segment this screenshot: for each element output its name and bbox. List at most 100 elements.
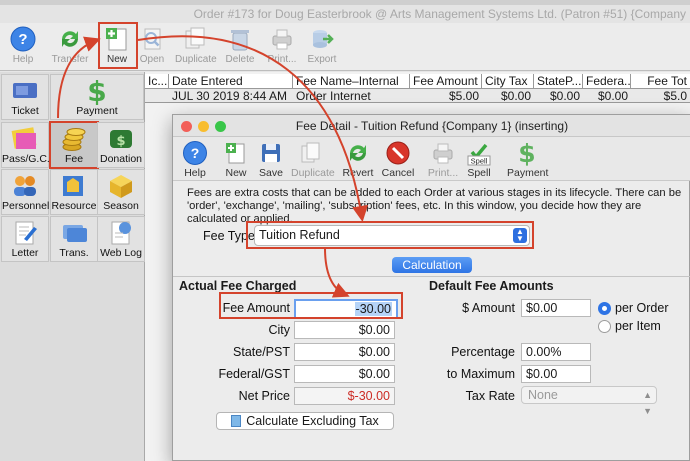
city-tax-field[interactable]: $0.00	[294, 321, 395, 339]
fee-amount-input[interactable]: -30.00	[294, 299, 398, 319]
to-maximum-field[interactable]: $0.00	[521, 365, 591, 383]
resource-icon	[63, 176, 83, 196]
table-cell: $5.0	[663, 89, 687, 103]
module-letter[interactable]: Letter	[1, 216, 49, 262]
net-price-field: $-30.00	[294, 387, 395, 405]
federal-tax-field[interactable]: $0.00	[294, 365, 395, 383]
money-bag-icon: $	[110, 130, 132, 149]
column-header[interactable]: StateP...	[534, 74, 583, 89]
zoom-window-button[interactable]	[215, 121, 226, 132]
order-help-button[interactable]: ? Help	[3, 25, 43, 69]
fee-type-select[interactable]: Tuition Refund ▲ ▼	[254, 225, 530, 246]
tax-rate-select[interactable]: None ▲ ▼	[521, 386, 657, 416]
order-open-button[interactable]: Open	[132, 25, 172, 69]
state-tax-field[interactable]: $0.00	[294, 343, 395, 361]
module-payment[interactable]: $ Payment	[50, 74, 144, 120]
table-row[interactable]: JUL 30 2019 8:44 AM Order Internet $5.00…	[145, 89, 690, 103]
help-icon: ?	[183, 141, 207, 165]
ticket-icon	[13, 83, 37, 98]
tax-rate-label: Tax Rate	[465, 389, 515, 403]
dialog-toolbar: ? Help New Save Duplicate Revert Cancel …	[173, 137, 690, 181]
dialog-cancel-button[interactable]: Cancel	[378, 140, 418, 179]
order-duplicate-button[interactable]: Duplicate	[175, 25, 217, 69]
dialog-help-button[interactable]: ? Help	[175, 140, 215, 179]
svg-text:$: $	[116, 134, 125, 149]
spell-badge-text: Spell	[471, 157, 488, 166]
module-transactions[interactable]: Trans.	[50, 216, 98, 262]
per-order-label[interactable]: per Order	[615, 301, 669, 315]
column-header[interactable]: Federa...	[583, 74, 631, 89]
web-log-icon	[111, 221, 131, 245]
module-resource[interactable]: Resource	[50, 169, 98, 215]
duplicate-icon	[301, 142, 320, 163]
fee-info-text: Fees are extra costs that can be added t…	[187, 187, 682, 225]
per-order-radio[interactable]	[598, 302, 611, 315]
help-icon: ?	[10, 26, 36, 52]
order-delete-button[interactable]: Delete	[220, 25, 260, 69]
order-toolbar: ? Help Transfer New Open Duplicate Delet…	[0, 23, 690, 71]
order-export-button[interactable]: Export	[302, 25, 342, 69]
new-document-icon	[226, 143, 245, 164]
column-header[interactable]: Date Entered	[169, 74, 293, 89]
table-header: Ic... Date Entered Fee Name–Internal Fee…	[145, 74, 690, 89]
dialog-save-button[interactable]: Save	[251, 140, 291, 179]
dollar-icon: $	[518, 140, 535, 166]
dialog-payment-button[interactable]: $ Payment	[507, 140, 548, 179]
dialog-spell-button[interactable]: Spell Spell	[459, 140, 499, 179]
module-ticket[interactable]: Ticket	[1, 74, 49, 120]
dialog-duplicate-button[interactable]: Duplicate	[291, 140, 335, 179]
table-cell: $5.00	[448, 89, 479, 103]
column-header[interactable]: City Tax	[482, 74, 534, 89]
default-amount-label: $ Amount	[462, 301, 515, 315]
minimize-window-button[interactable]	[198, 121, 209, 132]
table-cell	[145, 89, 169, 103]
per-item-label[interactable]: per Item	[615, 319, 661, 333]
column-header[interactable]: Fee Tot	[631, 74, 690, 89]
module-donation[interactable]: $ Donation	[97, 122, 145, 168]
select-stepper-icon: ▲ ▼	[513, 228, 527, 243]
dollar-icon: $	[87, 77, 106, 105]
module-web-log[interactable]: Web Log	[97, 216, 145, 262]
close-window-button[interactable]	[181, 121, 192, 132]
dialog-title-bar[interactable]: Fee Detail - Tuition Refund {Company 1} …	[173, 115, 690, 137]
tax-rate-value: None	[528, 388, 558, 402]
dialog-print-button[interactable]: Print...	[423, 140, 463, 179]
dialog-revert-button[interactable]: Revert	[338, 140, 378, 179]
module-pass-gift-certificate[interactable]: Pass/G.C.	[1, 122, 50, 168]
net-price-label: Net Price	[238, 389, 290, 403]
order-transfer-button[interactable]: Transfer	[50, 25, 90, 69]
revert-icon	[350, 145, 366, 161]
default-fee-title: Default Fee Amounts	[429, 279, 554, 293]
module-fee[interactable]: Fee	[49, 121, 99, 169]
spell-check-icon: Spell	[467, 143, 491, 166]
order-new-button[interactable]: New	[97, 25, 137, 69]
table-cell: Order Internet	[296, 89, 371, 103]
new-document-icon	[106, 28, 127, 51]
svg-text:?: ?	[191, 145, 200, 161]
coins-icon	[62, 128, 86, 151]
table-cell: $0.00	[500, 89, 531, 103]
per-item-radio[interactable]	[598, 320, 611, 333]
module-panel: Ticket $ Payment Pass/G.C. Fee $ Donatio…	[0, 72, 145, 461]
module-personnel[interactable]: Personnel	[1, 169, 49, 215]
column-header[interactable]: Fee Amount	[410, 74, 482, 89]
to-maximum-label: to Maximum	[446, 367, 515, 381]
export-icon	[313, 30, 334, 48]
percentage-label: Percentage	[451, 345, 515, 359]
fee-amount-value: -30.00	[354, 302, 392, 316]
column-header[interactable]: Ic...	[145, 74, 169, 89]
percentage-field[interactable]: 0.00%	[521, 343, 591, 361]
module-season[interactable]: Season	[97, 169, 145, 215]
tab-calculation[interactable]: Calculation	[392, 257, 472, 273]
svg-text:?: ?	[18, 31, 27, 48]
default-amount-field[interactable]: $0.00	[521, 299, 591, 317]
dialog-title: Fee Detail - Tuition Refund {Company 1} …	[295, 119, 569, 133]
fee-type-label: Fee Type	[203, 229, 255, 243]
fee-amount-label: Fee Amount	[222, 301, 290, 315]
order-print-button[interactable]: Print...	[262, 25, 302, 69]
calculate-excluding-tax-button[interactable]: Calculate Excluding Tax	[216, 412, 394, 430]
cancel-stop-icon	[386, 141, 410, 165]
column-header[interactable]: Fee Name–Internal	[293, 74, 410, 89]
letter-icon	[15, 221, 37, 245]
dialog-new-button[interactable]: New	[216, 140, 256, 179]
